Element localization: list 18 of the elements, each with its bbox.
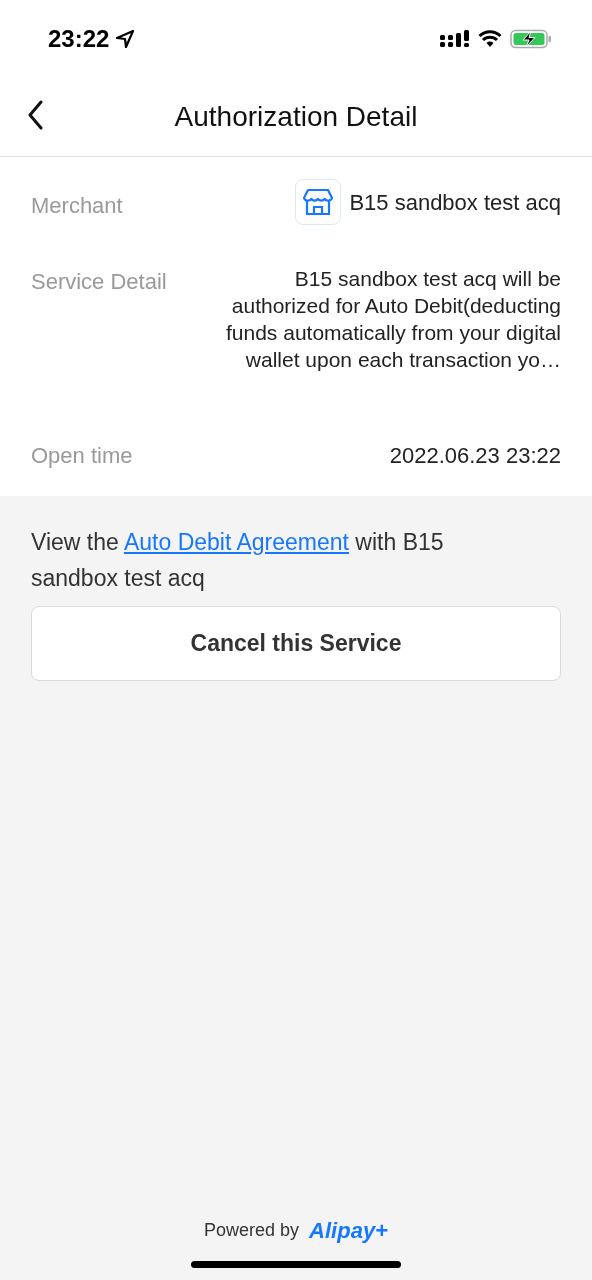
wifi-icon	[478, 30, 502, 48]
field-label: Open time	[31, 442, 133, 470]
field-label: Merchant	[31, 192, 123, 220]
signal-icon	[440, 29, 470, 49]
service-description: B15 sandbox test acq will be authorized for Auto Debit(deducting funds automatically from your digital wallet upon each transaction yo…	[226, 266, 561, 373]
agreement-link[interactable]: Auto Debit Agreement	[123, 529, 349, 555]
cancel-service-button[interactable]: Cancel this Service	[31, 606, 561, 681]
merchant-name: B15 sandbox test acq	[349, 188, 561, 217]
field-label: Service Detail	[31, 268, 167, 296]
brand-logo: Alipay+	[309, 1217, 388, 1245]
agreement-text: View the Auto Debit Agreement with B15 sandbox test acq	[30, 528, 445, 593]
field-value: 2022.06.23 23:22	[389, 442, 561, 470]
store-icon	[295, 179, 342, 225]
page-title: Authorization Detail	[173, 100, 419, 134]
powered-by-text: Powered by	[204, 1219, 300, 1242]
status-time: 23:22	[48, 24, 110, 54]
battery-charging-icon	[510, 29, 552, 49]
location-arrow-icon	[115, 29, 136, 49]
